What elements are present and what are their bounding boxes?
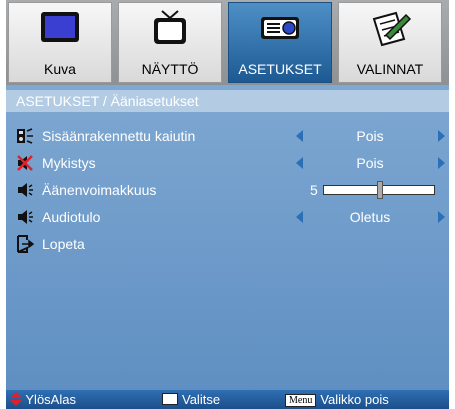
- row-audio-input[interactable]: Audiotulo Oletus: [14, 206, 445, 228]
- footer-select: Valitse: [162, 392, 220, 407]
- notepad-pencil-icon: [372, 11, 412, 47]
- osd-frame: Kuva NÄYTTÖ ASETUKSET VALINNAT ASETUKSET…: [6, 0, 449, 409]
- panel-title: ASETUKSET / Ääniasetukset: [6, 90, 449, 112]
- left-arrow-icon[interactable]: [296, 157, 303, 169]
- footer-bar: YlösAlas Valitse Menu Valikko pois: [6, 390, 449, 409]
- volume-value: 5: [310, 182, 318, 198]
- up-down-arrow-icon: [10, 392, 22, 406]
- mute-icon: [17, 155, 33, 171]
- tv-icon: [154, 10, 186, 44]
- tab-label: VALINNAT: [356, 61, 424, 77]
- row-label: Lopeta: [42, 236, 85, 252]
- row-volume[interactable]: Äänenvoimakkuus 5: [14, 179, 444, 201]
- tab-kuva[interactable]: Kuva: [8, 2, 112, 83]
- audio-input-icon: [18, 210, 33, 224]
- left-arrow-icon[interactable]: [296, 130, 303, 142]
- speaker-icon: [17, 128, 33, 144]
- volume-slider[interactable]: [323, 181, 435, 199]
- footer-menu: Menu Valikko pois: [285, 392, 389, 407]
- footer-updown-label: YlösAlas: [25, 392, 76, 407]
- slider-knob[interactable]: [377, 181, 383, 199]
- row-label: Audiotulo: [42, 209, 101, 225]
- tab-naytto[interactable]: NÄYTTÖ: [118, 2, 222, 83]
- right-arrow-icon[interactable]: [438, 130, 445, 142]
- row-builtin-speaker[interactable]: Sisäänrakennettu kaiutin Pois: [14, 125, 445, 147]
- footer-select-label: Valitse: [182, 392, 221, 407]
- row-label: Sisäänrakennettu kaiutin: [42, 128, 196, 144]
- footer-menu-label: Valikko pois: [320, 392, 389, 407]
- tab-bar: Kuva NÄYTTÖ ASETUKSET VALINNAT: [6, 0, 449, 85]
- row-value: Oletus: [349, 209, 391, 225]
- settings-panel: ASETUKSET / Ääniasetukset Sisäänrakennet…: [6, 85, 449, 390]
- left-arrow-icon[interactable]: [296, 211, 303, 223]
- enter-key-icon: [162, 393, 178, 405]
- row-value: Pois: [356, 155, 384, 171]
- tab-label: ASETUKSET: [238, 61, 322, 77]
- tab-label: NÄYTTÖ: [141, 61, 199, 77]
- right-arrow-icon[interactable]: [438, 157, 445, 169]
- tab-asetukset[interactable]: ASETUKSET: [228, 2, 332, 83]
- footer-updown: YlösAlas: [10, 392, 76, 407]
- tab-label: Kuva: [44, 61, 76, 77]
- row-value: Pois: [356, 128, 384, 144]
- row-label: Mykistys: [42, 155, 96, 171]
- row-mute[interactable]: Mykistys Pois: [14, 152, 445, 174]
- tab-valinnat[interactable]: VALINNAT: [338, 2, 442, 83]
- monitor-icon: [41, 12, 79, 42]
- projector-icon: [261, 17, 299, 39]
- right-arrow-icon[interactable]: [438, 211, 445, 223]
- row-exit[interactable]: Lopeta: [14, 233, 444, 255]
- exit-icon: [17, 235, 34, 253]
- volume-icon: [18, 183, 33, 197]
- row-label: Äänenvoimakkuus: [42, 182, 157, 198]
- menu-key-icon: Menu: [285, 394, 317, 407]
